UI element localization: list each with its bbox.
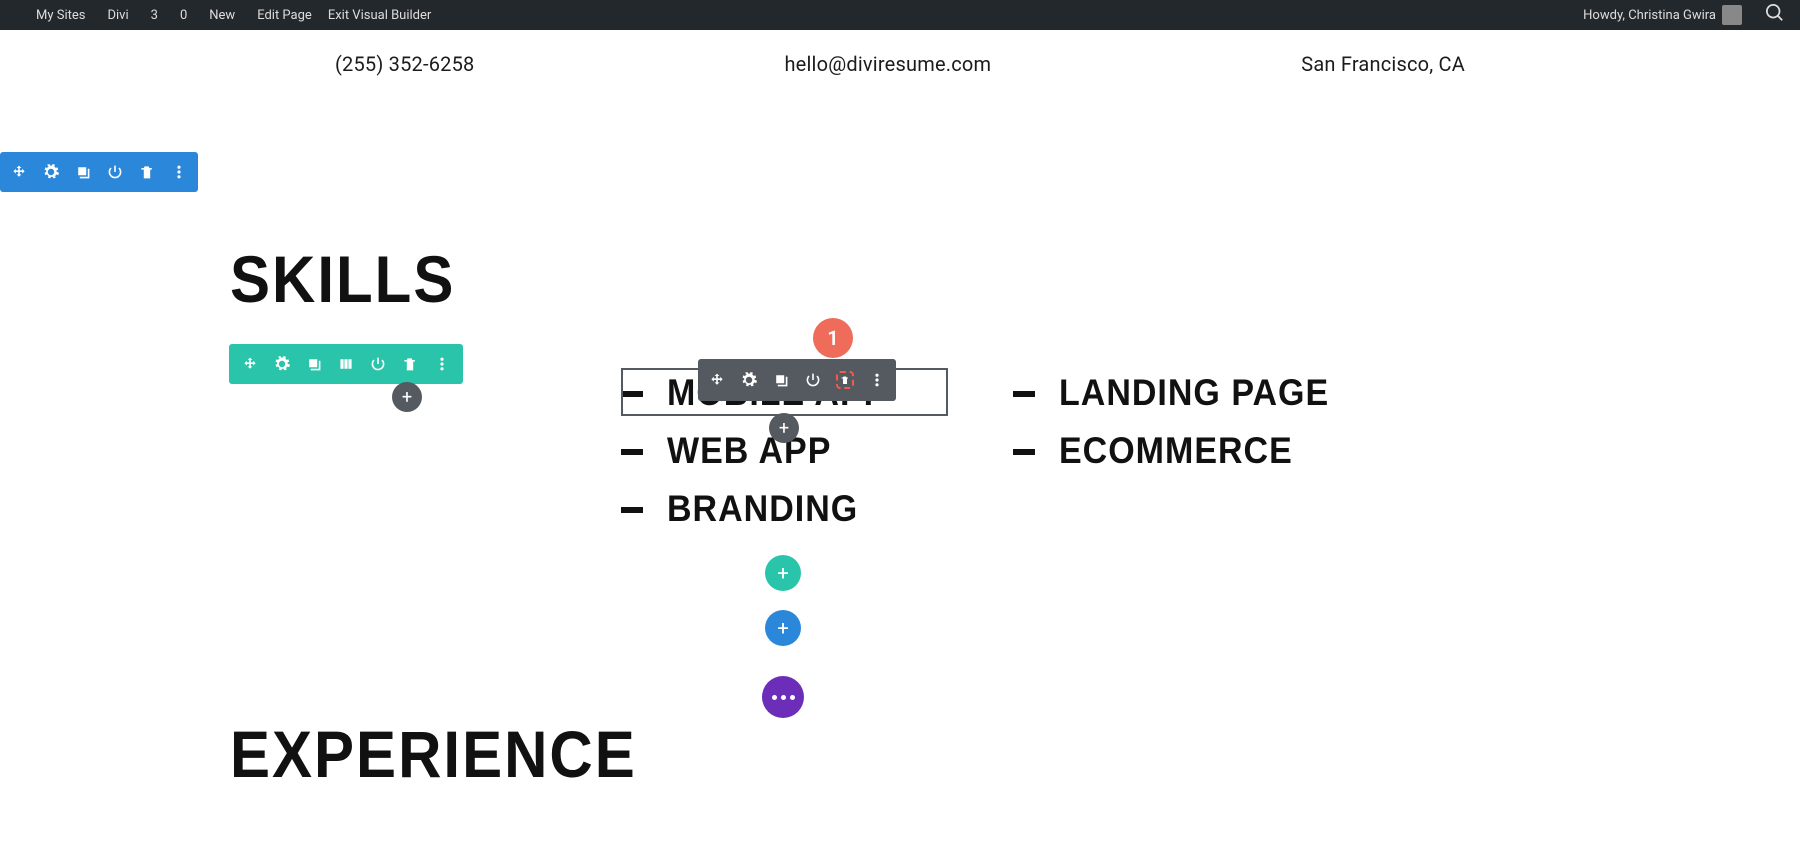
columns-icon[interactable] <box>337 355 355 373</box>
more-icon[interactable] <box>170 163 188 181</box>
skill-item-webapp: WEB APP <box>621 432 831 471</box>
experience-heading: EXPERIENCE <box>230 717 637 793</box>
plus-icon: + <box>777 561 788 585</box>
exit-vb-label: Exit Visual Builder <box>328 8 431 23</box>
new-label: New <box>209 8 235 23</box>
annotation-badge-1: 1 <box>813 318 853 358</box>
power-icon[interactable] <box>106 163 124 181</box>
plus-icon: + <box>402 387 412 408</box>
dash-icon <box>621 507 643 513</box>
plus-icon: + <box>777 616 788 640</box>
comments-count: 0 <box>180 8 187 23</box>
divi-builder-menu-button[interactable] <box>762 676 804 718</box>
power-icon[interactable] <box>804 371 822 389</box>
dash-icon <box>1013 391 1035 397</box>
new-menu[interactable]: New <box>195 0 243 30</box>
account-greeting: Howdy, Christina Gwira <box>1583 8 1716 23</box>
add-section-button[interactable]: + <box>765 610 801 646</box>
contact-row: (255) 352-6258 hello@diviresume.com San … <box>0 52 1800 76</box>
my-sites-label: My Sites <box>36 8 85 23</box>
more-icon[interactable] <box>868 371 886 389</box>
add-row-button[interactable]: + <box>765 555 801 591</box>
duplicate-icon[interactable] <box>74 163 92 181</box>
contact-location: San Francisco, CA <box>1301 52 1465 76</box>
search-icon[interactable] <box>1760 4 1790 27</box>
gear-icon[interactable] <box>273 355 291 373</box>
skill-item-landing: LANDING PAGE <box>1013 374 1329 413</box>
module-add-button[interactable]: + <box>769 413 799 443</box>
power-icon[interactable] <box>369 355 387 373</box>
skill-item-ecommerce: ECOMMERCE <box>1013 432 1293 471</box>
skill-label: BRANDING <box>667 488 858 531</box>
edit-page-menu[interactable]: Edit Page <box>243 0 320 30</box>
site-name-label: Divi <box>107 8 128 23</box>
skills-heading: SKILLS <box>230 242 455 318</box>
section-toolbar <box>0 152 198 192</box>
exit-visual-builder[interactable]: Exit Visual Builder <box>320 0 439 30</box>
updates-menu[interactable]: 3 <box>137 0 166 30</box>
dots-icon <box>772 695 795 700</box>
dash-icon <box>1013 449 1035 455</box>
plus-icon: + <box>779 418 789 439</box>
wp-admin-bar: My Sites Divi 3 0 New <box>0 0 1800 30</box>
gear-icon[interactable] <box>42 163 60 181</box>
avatar-icon <box>1722 5 1742 25</box>
trash-icon[interactable] <box>138 163 156 181</box>
site-name-menu[interactable]: Divi <box>93 0 136 30</box>
skill-label: WEB APP <box>667 430 831 473</box>
skill-item-branding: BRANDING <box>621 490 858 529</box>
contact-phone: (255) 352-6258 <box>335 52 475 76</box>
more-icon[interactable] <box>433 355 451 373</box>
skill-label: LANDING PAGE <box>1059 372 1329 415</box>
updates-count: 3 <box>151 8 158 23</box>
move-icon[interactable] <box>708 371 726 389</box>
duplicate-icon[interactable] <box>305 355 323 373</box>
gear-icon[interactable] <box>740 371 758 389</box>
comments-menu[interactable]: 0 <box>166 0 195 30</box>
move-icon[interactable] <box>10 163 28 181</box>
my-sites-menu[interactable]: My Sites <box>22 0 93 30</box>
wp-logo[interactable] <box>6 0 22 30</box>
trash-icon[interactable] <box>836 371 854 389</box>
trash-icon[interactable] <box>401 355 419 373</box>
contact-email: hello@diviresume.com <box>784 52 991 76</box>
duplicate-icon[interactable] <box>772 371 790 389</box>
skill-label: ECOMMERCE <box>1059 430 1293 473</box>
move-icon[interactable] <box>241 355 259 373</box>
module-toolbar <box>698 359 896 401</box>
row-toolbar <box>229 344 463 384</box>
row-add-button[interactable]: + <box>392 382 422 412</box>
edit-page-label: Edit Page <box>257 8 312 23</box>
account-menu[interactable]: Howdy, Christina Gwira <box>1575 0 1750 30</box>
dash-icon <box>621 449 643 455</box>
